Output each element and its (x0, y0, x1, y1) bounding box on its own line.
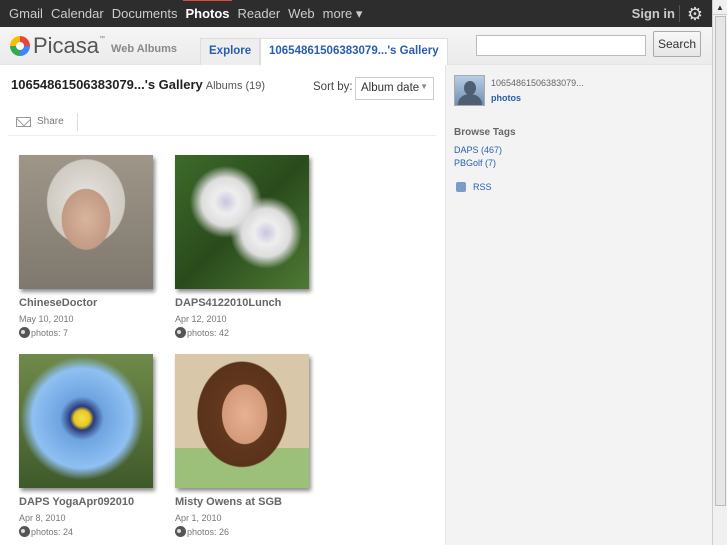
album-date: Apr 12, 2010 (175, 314, 227, 324)
photo-count: photos: 24 (31, 526, 74, 537)
album-photo-count: photos: 26 (175, 526, 325, 537)
tab-gallery[interactable]: 10654861506383079...'s Gallery (260, 38, 448, 67)
tag-link[interactable]: DAPS (467) (454, 145, 502, 155)
album-title[interactable]: DAPS4122010Lunch (175, 297, 325, 309)
share-label: Share (37, 116, 64, 127)
gear-icon[interactable]: ⚙ (687, 4, 703, 25)
album-date: May 10, 2010 (19, 314, 74, 324)
avatar[interactable] (454, 75, 485, 106)
album-title[interactable]: ChineseDoctor (19, 297, 169, 309)
photo-count: photos: 7 (31, 327, 69, 338)
globe-icon (19, 327, 30, 338)
album-photo-count: photos: 42 (175, 327, 325, 338)
main-content: 10654861506383079...'s Gallery Albums (19… (0, 65, 445, 545)
album-card: DAPS YogaApr092010 Apr 8, 2010 photos: 2… (19, 354, 169, 537)
tab-explore[interactable]: Explore (200, 38, 261, 66)
photo-count: photos: 26 (187, 526, 230, 537)
envelope-icon (16, 116, 31, 127)
scrollbar-thumb[interactable] (715, 16, 726, 506)
scroll-up-arrow-icon[interactable]: ▲ (713, 0, 727, 15)
divider (679, 5, 680, 22)
sort-value: Album date (361, 82, 420, 94)
nav-gmail[interactable]: Gmail (9, 6, 43, 21)
browse-tags-heading: Browse Tags (454, 127, 516, 138)
rss-label: RSS (473, 182, 492, 192)
sort-label: Sort by: (313, 81, 353, 93)
album-thumbnail[interactable] (175, 155, 309, 289)
albums-count: Albums (19) (205, 80, 266, 92)
album-thumbnail[interactable] (19, 155, 153, 289)
search-button[interactable]: Search (653, 31, 701, 57)
gallery-title: 10654861506383079...'s Gallery (11, 77, 203, 92)
rss-icon (456, 182, 466, 192)
logo-word: Picasa (33, 33, 100, 58)
picasa-pinwheel-icon (10, 36, 30, 56)
album-photo-count: photos: 7 (19, 327, 169, 338)
album-thumbnail[interactable] (175, 354, 309, 488)
nav-more[interactable]: more ▾ (323, 6, 363, 22)
album-date: Apr 8, 2010 (19, 513, 66, 523)
album-card: DAPS4122010Lunch Apr 12, 2010 photos: 42 (175, 155, 325, 338)
album-photo-count: photos: 24 (19, 526, 169, 537)
rss-link[interactable]: RSS (456, 182, 492, 192)
photos-link[interactable]: photos (491, 93, 521, 103)
chevron-down-icon: ▼ (420, 82, 428, 91)
nav-reader[interactable]: Reader (238, 6, 281, 21)
sign-in-link[interactable]: Sign in (632, 6, 675, 21)
picasa-logo[interactable]: Picasa ™ Web Albums (10, 33, 178, 58)
page-title: 10654861506383079...'s Gallery Albums (19… (11, 77, 265, 92)
nav-calendar[interactable]: Calendar (51, 6, 104, 21)
logo-sub: Web Albums (111, 43, 178, 55)
logo-tm: ™ (99, 36, 106, 42)
album-thumbnail[interactable] (19, 354, 153, 488)
tag-link[interactable]: PBGolf (7) (454, 158, 496, 168)
nav-web[interactable]: Web (288, 6, 315, 21)
divider (8, 135, 436, 136)
globe-icon (175, 327, 186, 338)
globe-icon (19, 526, 30, 537)
album-card: ChineseDoctor May 10, 2010 photos: 7 (19, 155, 169, 338)
search-input[interactable] (476, 35, 646, 56)
sidebar: 10654861506383079... photos Browse Tags … (445, 65, 712, 545)
nav-documents[interactable]: Documents (112, 6, 178, 21)
google-bar: Gmail Calendar Documents Photos Reader W… (0, 0, 712, 27)
album-title[interactable]: DAPS YogaApr092010 (19, 496, 169, 508)
album-title[interactable]: Misty Owens at SGB (175, 496, 325, 508)
nav-photos[interactable]: Photos (183, 0, 232, 21)
share-button[interactable]: Share (16, 116, 64, 127)
album-card: Misty Owens at SGB Apr 1, 2010 photos: 2… (175, 354, 325, 537)
sort-select[interactable]: Album date ▼ (355, 77, 434, 100)
scrollbar[interactable]: ▲ (712, 0, 727, 545)
album-date: Apr 1, 2010 (175, 513, 222, 523)
divider (77, 113, 78, 131)
photo-count: photos: 42 (187, 327, 230, 338)
user-name: 10654861506383079... (491, 78, 584, 88)
globe-icon (175, 526, 186, 537)
